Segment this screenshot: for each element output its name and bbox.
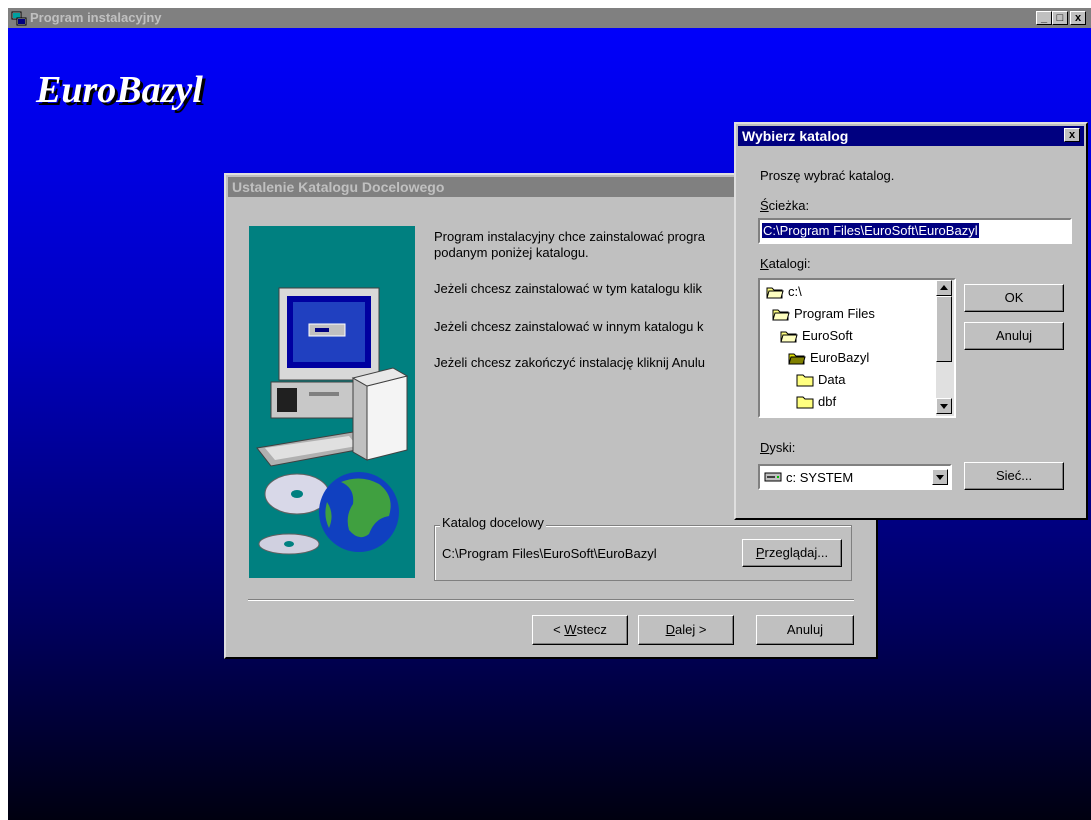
scroll-down-arrow[interactable] <box>936 398 952 414</box>
cancel-button[interactable]: Anuluj <box>756 615 854 645</box>
up-arrow-icon <box>940 285 948 290</box>
info-text-line-3: Jeżeli chcesz zainstalować w tym katalog… <box>434 281 703 296</box>
drive-dropdown-button[interactable] <box>932 469 948 485</box>
drives-label: Dyski: <box>760 440 795 455</box>
drives-label-mnemonic: D <box>760 440 770 455</box>
installer-app-icon <box>11 11 27 26</box>
maximize-button[interactable]: □ <box>1052 11 1068 25</box>
back-prefix: < <box>553 622 565 637</box>
scroll-thumb[interactable] <box>936 296 952 362</box>
folder-icon <box>796 374 814 386</box>
info-text-line-4: Jeżeli chcesz zainstalować w innym katal… <box>434 319 704 334</box>
folder-icon <box>796 396 814 408</box>
directories-label-mnemonic: K <box>760 256 769 271</box>
path-input[interactable]: C:\Program Files\EuroSoft\EuroBazyl <box>758 218 1072 244</box>
directory-scrollbar[interactable] <box>936 280 954 416</box>
directory-item[interactable]: EuroSoft <box>780 328 853 343</box>
choose-directory-dialog: Wybierz katalog x Proszę wybrać katalog.… <box>734 122 1088 520</box>
chevron-down-icon <box>936 475 944 480</box>
minimize-button[interactable]: _ <box>1036 11 1052 25</box>
next-mnemonic: D <box>665 622 675 637</box>
directory-item[interactable]: Program Files <box>772 306 875 321</box>
button-separator <box>248 599 854 601</box>
ok-button[interactable]: OK <box>964 284 1064 312</box>
directory-item-label: Data <box>818 372 846 387</box>
open-folder-icon <box>772 309 790 320</box>
brand-logo-text: EuroBazyl <box>36 69 203 111</box>
info-text-line-1: Program instalacyjny chce zainstalować p… <box>434 229 705 244</box>
path-label-text: cieżka: <box>768 198 810 213</box>
choose-prompt-text: Proszę wybrać katalog. <box>760 168 895 183</box>
directory-item-label: EuroBazyl <box>810 350 870 365</box>
target-dialog-title: Ustalenie Katalogu Docelowego <box>232 179 445 195</box>
computer-cd-globe-image <box>256 287 409 555</box>
choose-dialog-close-button[interactable]: x <box>1064 128 1080 142</box>
browse-mnemonic: P <box>755 545 765 560</box>
hard-drive-icon <box>764 472 782 482</box>
choose-dialog-title: Wybierz katalog <box>742 128 849 144</box>
setup-illustration <box>249 226 415 578</box>
directory-item[interactable]: c:\ <box>766 284 802 299</box>
directory-item-label: c:\ <box>788 284 802 299</box>
next-label: alej > <box>674 622 707 637</box>
directory-item-label: EuroSoft <box>802 328 853 343</box>
directory-item[interactable]: dbf <box>796 394 836 409</box>
info-text-line-5: Jeżeli chcesz zakończyć instalację klikn… <box>434 355 705 370</box>
close-button[interactable]: x <box>1070 11 1086 25</box>
network-button[interactable]: Sieć... <box>964 462 1064 490</box>
directory-item-label: dbf <box>818 394 837 409</box>
drive-select-value: c: SYSTEM <box>786 470 854 485</box>
open-folder-icon <box>766 287 784 298</box>
browse-cancel-button[interactable]: Anuluj <box>964 322 1064 350</box>
open-folder-icon <box>788 353 806 364</box>
directory-item-label: Program Files <box>794 306 875 321</box>
target-directory-group-label: Katalog docelowy <box>440 515 546 530</box>
main-titlebar: Program instalacyjny _ □ x <box>8 8 1091 28</box>
info-text-line-2: podanym poniżej katalogu. <box>434 245 589 260</box>
path-label-mnemonic: Ś <box>760 198 769 213</box>
main-window-title: Program instalacyjny <box>30 10 162 25</box>
back-button[interactable]: < Wstecz <box>532 615 628 645</box>
directories-label-text: atalogi: <box>768 256 811 271</box>
back-label: stecz <box>576 622 607 637</box>
path-input-value: C:\Program Files\EuroSoft\EuroBazyl <box>762 223 979 238</box>
drives-label-text: yski: <box>769 440 796 455</box>
target-path-text: C:\Program Files\EuroSoft\EuroBazyl <box>442 546 657 561</box>
scroll-up-arrow[interactable] <box>936 280 952 296</box>
directory-item-selected[interactable]: EuroBazyl <box>788 350 869 365</box>
path-label: Ścieżka: <box>760 198 809 213</box>
drive-select[interactable]: c: SYSTEM <box>758 464 952 490</box>
directory-item[interactable]: Data <box>796 372 845 387</box>
directories-label: Katalogi: <box>760 256 811 271</box>
browse-button[interactable]: Przeglądaj... <box>742 539 842 567</box>
open-folder-icon <box>780 331 798 342</box>
down-arrow-icon <box>940 404 948 409</box>
browse-label: rzeglądaj... <box>764 545 829 560</box>
choose-dialog-titlebar: Wybierz katalog x <box>738 126 1084 146</box>
directory-listbox[interactable]: c:\ Program Files EuroSoft EuroBazyl Dat… <box>758 278 956 418</box>
next-button[interactable]: Dalej > <box>638 615 734 645</box>
back-mnemonic: W <box>564 622 577 637</box>
